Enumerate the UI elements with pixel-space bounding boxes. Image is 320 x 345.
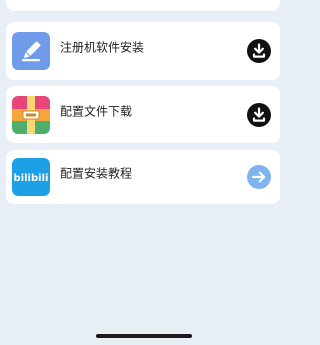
list-item-config-download[interactable]: 配置文件下载	[6, 86, 280, 143]
item-label: 注册机软件安装	[60, 40, 145, 55]
previous-card-edge	[6, 0, 280, 11]
download-icon[interactable]	[246, 38, 272, 64]
archive-app-icon	[12, 95, 50, 134]
item-label: 配置文件下载	[60, 104, 133, 118]
list-item-register-install[interactable]: 注册机软件安装	[6, 22, 280, 80]
list-item-install-tutorial[interactable]: bilibili 配置安装教程	[6, 150, 280, 204]
arrow-right-icon[interactable]	[246, 164, 272, 190]
download-icon[interactable]	[246, 102, 272, 128]
svg-text:bilibili: bilibili	[14, 173, 49, 184]
item-label: 配置安装教程	[60, 166, 133, 181]
pencil-app-icon	[12, 32, 50, 70]
bilibili-app-icon: bilibili	[12, 158, 50, 196]
home-indicator	[96, 334, 192, 338]
